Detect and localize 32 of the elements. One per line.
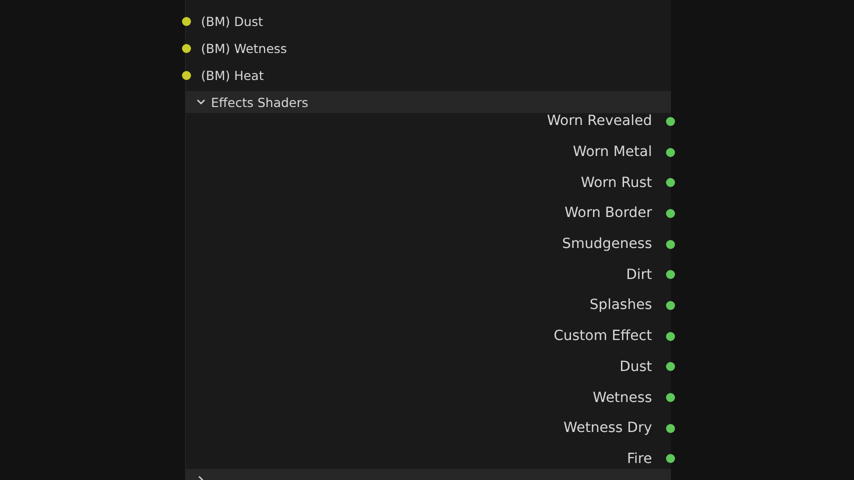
socket-dot[interactable] (666, 332, 675, 341)
socket-dot[interactable] (666, 393, 675, 402)
socket-label: Worn Revealed (547, 113, 652, 130)
socket-dot[interactable] (666, 362, 675, 372)
socket-dot[interactable] (182, 71, 191, 80)
socket-label: Custom Effect (554, 328, 652, 344)
socket-dot[interactable] (182, 44, 191, 53)
socket-dot[interactable] (182, 17, 191, 26)
socket-label: Worn Metal (572, 144, 652, 160)
socket-label: (BM) Dust (201, 14, 264, 29)
socket-label: Fire (627, 450, 652, 467)
socket-label: (BM) Heat (201, 68, 264, 83)
socket-label: Wetness (592, 390, 652, 406)
socket-dot[interactable] (666, 178, 675, 188)
socket-label: Worn Rust (580, 174, 652, 191)
panel-title: Effects Shaders (211, 94, 308, 110)
socket-dot[interactable] (666, 240, 675, 249)
caret-icon[interactable] (196, 97, 206, 107)
socket-dot[interactable] (666, 270, 675, 280)
socket-label: (BM) Wetness (201, 41, 287, 56)
socket-label: Dust (620, 358, 652, 375)
socket-dot[interactable] (666, 454, 675, 464)
socket-dot[interactable] (666, 208, 675, 218)
socket-label: Splashes (590, 297, 652, 314)
socket-label: Wetness Dry (564, 420, 652, 436)
socket-dot[interactable] (666, 116, 675, 126)
socket-label: Dirt (626, 266, 652, 283)
socket-label: Worn Border (564, 205, 652, 222)
socket-label: Smudgeness (562, 236, 652, 252)
socket-dot[interactable] (666, 300, 675, 310)
socket-dot[interactable] (666, 424, 675, 433)
socket-dot[interactable] (666, 148, 675, 157)
